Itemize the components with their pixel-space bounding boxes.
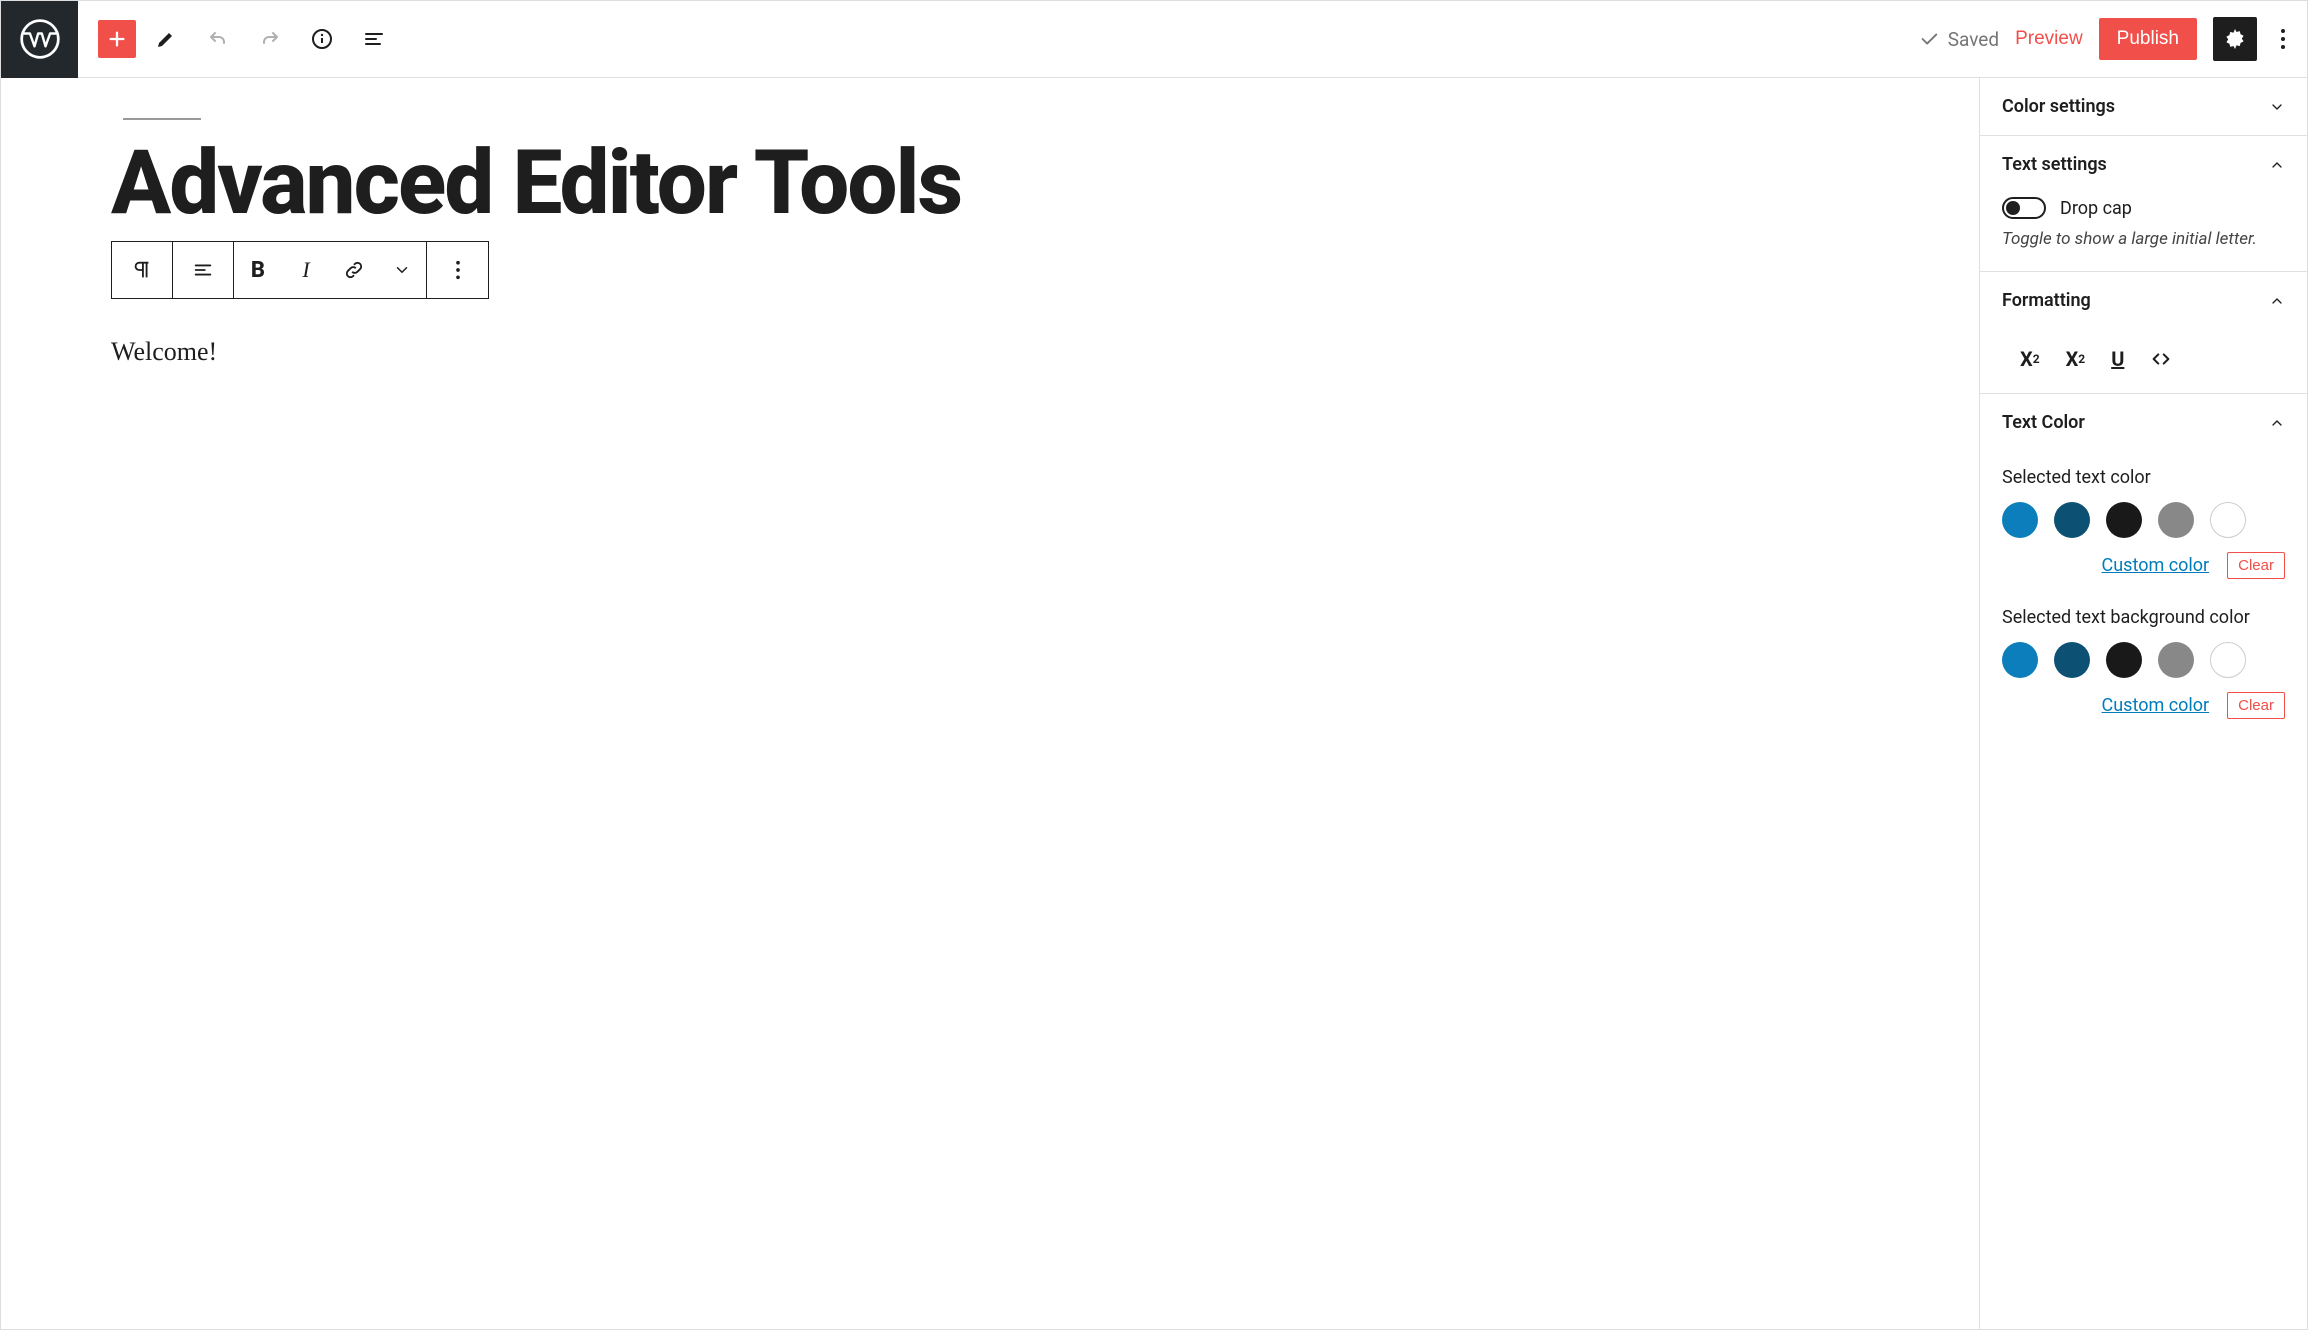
text-color-label: Selected text color [2002,467,2285,488]
editor-canvas[interactable]: Advanced Editor Tools B I [1,78,1979,1329]
preview-button[interactable]: Preview [2015,28,2083,50]
panel-title: Text Color [2002,412,2085,433]
color-swatch[interactable] [2054,642,2090,678]
settings-sidebar: Color settings Text settings Drop cap To… [1979,78,2307,1329]
bold-button[interactable]: B [234,242,282,298]
bg-color-swatches [2002,642,2285,678]
more-options-button[interactable] [2273,17,2293,61]
align-button[interactable] [173,242,234,298]
panel-formatting[interactable]: Formatting [1980,272,2307,329]
drop-cap-toggle[interactable] [2002,197,2046,219]
chevron-up-icon [2269,415,2285,431]
color-swatch[interactable] [2210,502,2246,538]
title-rule [123,118,201,120]
paragraph-block[interactable]: Welcome! [111,337,1869,367]
underline-button[interactable]: U [2111,347,2124,371]
color-swatch[interactable] [2054,502,2090,538]
saved-label: Saved [1948,28,1999,51]
panel-text-color[interactable]: Text Color [1980,394,2307,451]
info-button[interactable] [300,17,344,61]
add-block-button[interactable] [98,20,136,58]
chevron-up-icon [2269,157,2285,173]
color-swatch[interactable] [2158,642,2194,678]
panel-text-settings[interactable]: Text settings [1980,136,2307,193]
color-swatch[interactable] [2106,642,2142,678]
link-button[interactable] [330,242,378,298]
bg-color-label: Selected text background color [2002,607,2285,628]
italic-button[interactable]: I [282,242,330,298]
color-swatch[interactable] [2158,502,2194,538]
dropdown-more-button[interactable] [378,242,426,298]
drop-cap-label: Drop cap [2060,198,2132,219]
drop-cap-hint: Toggle to show a large initial letter. [2002,229,2285,249]
code-button[interactable] [2150,347,2172,371]
saved-status: Saved [1918,28,1999,51]
panel-title: Color settings [2002,96,2115,117]
clear-bg-color-button[interactable]: Clear [2227,692,2285,719]
post-title[interactable]: Advanced Editor Tools [111,138,1869,227]
color-swatch[interactable] [2106,502,2142,538]
color-swatch[interactable] [2210,642,2246,678]
settings-button[interactable] [2213,17,2257,61]
outline-button[interactable] [352,17,396,61]
subscript-button[interactable]: X2 [2066,347,2086,371]
clear-text-color-button[interactable]: Clear [2227,552,2285,579]
superscript-button[interactable]: X2 [2020,347,2040,371]
panel-color-settings[interactable]: Color settings [1980,78,2307,136]
chevron-down-icon [2269,99,2285,115]
undo-button[interactable] [196,17,240,61]
color-swatch[interactable] [2002,642,2038,678]
paragraph-type-button[interactable] [112,242,173,298]
block-toolbar: B I [111,241,489,299]
panel-title: Formatting [2002,290,2091,311]
custom-bg-color-link[interactable]: Custom color [2102,695,2210,716]
chevron-up-icon [2269,293,2285,309]
edit-mode-button[interactable] [144,17,188,61]
text-color-swatches [2002,502,2285,538]
wordpress-logo[interactable] [1,1,78,78]
publish-button[interactable]: Publish [2099,18,2197,60]
redo-button[interactable] [248,17,292,61]
panel-title: Text settings [2002,154,2107,175]
top-toolbar: Saved Preview Publish [1,1,2307,78]
custom-color-link[interactable]: Custom color [2102,555,2210,576]
block-more-button[interactable] [427,242,488,298]
color-swatch[interactable] [2002,502,2038,538]
